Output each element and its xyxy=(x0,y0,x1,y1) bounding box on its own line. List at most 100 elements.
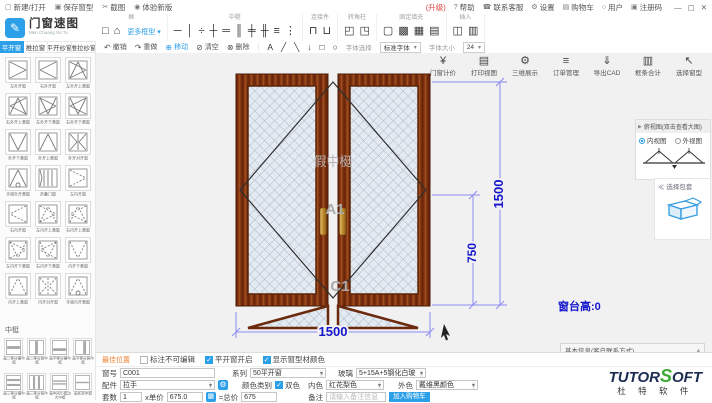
slash-tool-icon[interactable]: ╱ xyxy=(281,42,286,53)
unit-price-input[interactable] xyxy=(167,392,203,402)
mullion-3h-icon[interactable]: ≡ xyxy=(273,26,279,37)
insert-grid-icon[interactable]: ◫ xyxy=(453,26,463,37)
calc-icon[interactable]: ▦ xyxy=(206,392,216,402)
total-input[interactable] xyxy=(241,392,277,402)
arrow-tool-icon[interactable]: ↓ xyxy=(307,42,311,52)
more-frames-link[interactable]: 更多框型 ▾ xyxy=(127,27,160,37)
cart-button[interactable]: ▤购物车 xyxy=(563,2,594,13)
mullion-h-icon[interactable]: ─ xyxy=(174,26,182,37)
maximize-button[interactable]: ▢ xyxy=(688,3,695,12)
export-cad-button[interactable]: ⇓ 导出CAD xyxy=(592,55,622,77)
mullion-item[interactable]: 画二等分横中梃 xyxy=(2,338,25,371)
checkbox-标注不可编辑[interactable]: 标注不可编辑 xyxy=(140,354,195,365)
window-type-item[interactable]: 外开上悬窗 xyxy=(33,129,63,162)
mullion-dots-icon[interactable]: ⋮ xyxy=(285,26,296,37)
add-to-cart-button[interactable]: 加入购物车 xyxy=(389,392,430,402)
user-button[interactable]: ○用户 xyxy=(602,2,623,13)
mullion-vv-icon[interactable]: ║ xyxy=(235,26,243,37)
mullion-v-icon[interactable]: │ xyxy=(187,26,194,37)
left-sash[interactable] xyxy=(236,74,328,306)
window-type-item[interactable]: 折叠门窗 xyxy=(33,165,63,198)
package-box-icon[interactable] xyxy=(663,193,703,223)
profile-total-button[interactable]: ▥ 框条合计 xyxy=(633,55,663,77)
insert-col-icon[interactable]: ▥ xyxy=(468,26,478,37)
upgrade-link[interactable]: (升级) xyxy=(426,2,446,13)
mullion-cross-icon[interactable]: ┼ xyxy=(210,26,218,37)
fill-solid-icon[interactable]: ▦ xyxy=(414,26,424,37)
qty-input[interactable] xyxy=(120,392,142,402)
fill-lines-icon[interactable]: ▤ xyxy=(429,26,439,37)
window-type-item[interactable]: 手摇内开悬窗 xyxy=(63,273,93,306)
window-type-item[interactable]: 右外开下悬窗 xyxy=(63,93,93,126)
right-sash[interactable] xyxy=(338,74,430,306)
mullion-item[interactable]: 画二等分竖中梃 xyxy=(25,338,48,371)
window-type-item[interactable]: 右外开窗 xyxy=(33,57,63,90)
mullion-hx-icon[interactable]: ╪ xyxy=(248,26,256,37)
new-open-button[interactable]: ▢新建/打开 xyxy=(5,2,46,13)
outer-color-select[interactable]: 戴维黑颜色 xyxy=(416,380,478,390)
inner-color-select[interactable]: 红花梨色 xyxy=(326,380,384,390)
remark-input[interactable] xyxy=(326,392,386,402)
save-window-button[interactable]: ▣保存窗型 xyxy=(55,2,94,13)
window-type-item[interactable]: 内开下悬窗 xyxy=(63,237,93,270)
window-type-item[interactable]: 内开对开窗 xyxy=(33,273,63,306)
circle-tool-icon[interactable]: ○ xyxy=(333,42,338,52)
window-type-item[interactable]: 左内开窗 xyxy=(63,165,93,198)
text-tool-icon[interactable]: A xyxy=(267,42,273,52)
connector-a-icon[interactable]: ⊓ xyxy=(309,26,318,37)
window-no-input[interactable] xyxy=(120,368,215,378)
font-family-select[interactable]: 标准字体 xyxy=(380,42,421,53)
window-type-item[interactable]: 左外开下悬窗 xyxy=(33,93,63,126)
register-button[interactable]: ▣注册码 xyxy=(631,2,662,13)
corner-b-icon[interactable]: ◳ xyxy=(360,26,370,37)
checkbox-平开窗开启[interactable]: ✓ 平开窗开启 xyxy=(205,354,253,365)
checkbox-显示窗型材颜色[interactable]: ✓ 显示窗型材颜色 xyxy=(263,354,326,365)
frame-arch-icon[interactable]: ⌂ xyxy=(114,26,121,37)
corner-a-icon[interactable]: ◰ xyxy=(344,26,354,37)
drawing-canvas[interactable]: ¥ 门窗计价 ▤ 打印视图 ⚙ 三维展示 ≡ 订单管理 ⇓ 导出CAD ▥ 框条… xyxy=(96,53,712,352)
mullion-item[interactable]: 画三等分竖中梃 xyxy=(25,373,48,400)
delete-button[interactable]: ⊗删除 xyxy=(227,42,250,52)
connector-b-icon[interactable]: ⊔ xyxy=(323,26,332,37)
window-type-item[interactable]: 手摇外开悬窗 xyxy=(3,165,33,198)
window-type-item[interactable]: 外开下悬窗 xyxy=(3,129,33,162)
wrap-panel-header[interactable]: ≪ 选择包套 xyxy=(655,179,710,193)
glass-select[interactable]: 5+15A+5钢化白玻 xyxy=(356,368,426,378)
window-type-item[interactable]: 左内开上悬窗 xyxy=(33,201,63,234)
mullion-vx-icon[interactable]: ╫ xyxy=(261,26,269,37)
sidebar-tab-推拉纱窗[interactable]: 推拉纱窗 xyxy=(72,41,96,53)
window-type-item[interactable]: 右外开上悬窗 xyxy=(3,93,33,126)
outer-view-radio[interactable]: 外视图 xyxy=(675,135,703,145)
fitting-select[interactable]: 拉手 xyxy=(120,380,215,390)
mullion-div-icon[interactable]: ÷ xyxy=(198,26,204,37)
window-type-item[interactable]: 左外开上悬窗 xyxy=(63,57,93,90)
mullion-item[interactable]: 画不等分竖中梃 xyxy=(71,338,94,371)
sidebar-tab-平开窗[interactable]: 平开窗 xyxy=(0,41,24,53)
window-type-item[interactable]: 外开对开窗 xyxy=(63,129,93,162)
close-button[interactable]: ✕ xyxy=(701,3,707,12)
window-type-item[interactable]: 右内开窗 xyxy=(3,201,33,234)
order-button[interactable]: ≡ 订单管理 xyxy=(551,55,581,77)
mullion-item[interactable]: 画不等分横中梃 xyxy=(48,338,71,371)
fitting-settings-gear-icon[interactable]: ⚙ xyxy=(218,380,228,390)
series-select[interactable]: 50平开窗 xyxy=(250,368,326,378)
minimize-button[interactable]: — xyxy=(674,3,682,12)
support-button[interactable]: ☎联系客服 xyxy=(483,2,524,13)
window-drawing[interactable]: 假中梃 A1 C1 1500 750 1500 xyxy=(230,66,520,344)
backslash-tool-icon[interactable]: ╲ xyxy=(294,42,299,53)
inner-view-radio[interactable]: 内视图 xyxy=(639,135,667,145)
move-button[interactable]: ⊕移动 xyxy=(165,42,188,52)
new-version-button[interactable]: ◉体验新版 xyxy=(134,2,172,13)
select-window-button[interactable]: ↖ 选择窗型 xyxy=(674,55,704,77)
top-view-header[interactable]: ▶ 俯视图(双击查看大图) xyxy=(636,120,710,133)
window-type-item[interactable]: 右内开上悬窗 xyxy=(63,201,93,234)
sidebar-tab-平开纱窗[interactable]: 平开纱窗 xyxy=(48,41,72,53)
mullion-item[interactable]: 画中间小梃边大中梃 xyxy=(48,373,71,400)
font-size-select[interactable]: 24 xyxy=(463,42,485,53)
window-type-item[interactable]: 左外开窗 xyxy=(3,57,33,90)
settings-button[interactable]: ⚙设置 xyxy=(531,2,554,13)
fill-hatch-icon[interactable]: ▩ xyxy=(398,26,408,37)
mullion-hh-icon[interactable]: ═ xyxy=(222,26,230,37)
sidebar-tab-推拉窗[interactable]: 推拉窗 xyxy=(24,41,48,53)
clear-button[interactable]: ⊘清空 xyxy=(196,42,219,52)
